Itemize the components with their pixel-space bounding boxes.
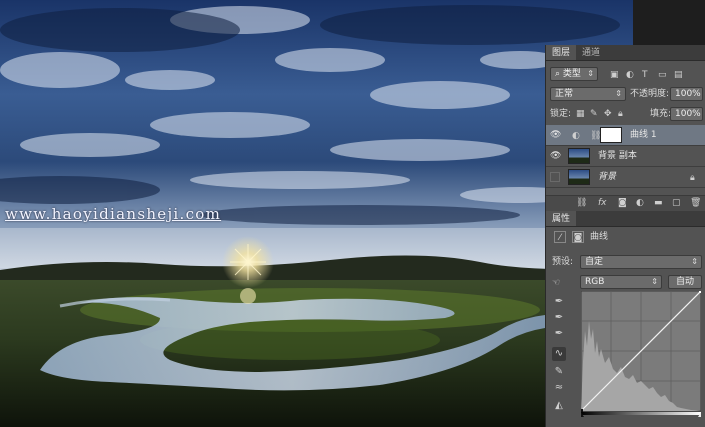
preset-label: 预设: xyxy=(552,257,574,267)
curve-point-tool-icon[interactable]: ∿ xyxy=(552,347,566,361)
curves-adjustment-icon: ◐ xyxy=(572,131,580,141)
tab-properties[interactable]: 属性 xyxy=(546,211,577,226)
blend-mode-select[interactable]: 正常 ⇕ xyxy=(550,87,626,101)
curve-tools: ✒ ✒ ✒ ∿ ✎ ≈ ◭ xyxy=(546,275,572,425)
mask-icon[interactable]: ◙ xyxy=(572,231,584,243)
gray-point-eyedropper-icon[interactable]: ✒ xyxy=(552,311,566,325)
photo-canvas[interactable]: www.haoyidiansheji.com xyxy=(0,0,633,427)
tab-channels[interactable]: 通道 xyxy=(576,45,606,60)
layer-filter-label: 类型 xyxy=(562,69,581,79)
properties-panel-tabs: 属性 xyxy=(546,211,705,227)
layer-row-background[interactable]: 背景 🔒︎ xyxy=(546,167,705,188)
eye-icon[interactable]: 👁︎ xyxy=(550,151,561,161)
layer-thumbnail xyxy=(568,148,590,164)
layer-name: 曲线 1 xyxy=(630,130,657,140)
layer-name: 背景 副本 xyxy=(598,151,637,161)
lock-icon: 🔒︎ xyxy=(690,173,695,183)
chevron-down-icon: ⇕ xyxy=(651,277,658,286)
mask-icon[interactable]: ◙ xyxy=(618,198,627,208)
watermark-text: www.haoyidiansheji.com xyxy=(5,205,222,223)
pencil-draw-icon[interactable]: ✎ xyxy=(552,365,566,379)
lock-transparency-icon[interactable]: ▦ xyxy=(576,108,585,120)
tab-layers[interactable]: 图层 xyxy=(546,45,577,60)
adjustment-icon[interactable]: ◐ xyxy=(636,198,644,208)
white-point-eyedropper-icon[interactable]: ✒ xyxy=(552,327,566,341)
lock-pixels-icon[interactable]: ✎ xyxy=(590,108,598,120)
layer-filter-select[interactable]: ⌕ 类型 ⇕ xyxy=(550,67,598,81)
curves-icon: ⁄ xyxy=(554,231,566,243)
smart-object-filter-icon[interactable]: ▤ xyxy=(674,69,683,81)
preset-value: 自定 xyxy=(585,257,604,267)
layers-panel: 图层 通道 ⌕ 类型 ⇕ ▣ ◐ T ▭ ▤ 正常 ⇕ 不透明度: 100% 锁… xyxy=(545,45,705,211)
black-point-eyedropper-icon[interactable]: ✒ xyxy=(552,295,566,309)
chevron-down-icon: ⇕ xyxy=(691,257,698,266)
layer-row-curves[interactable]: 👁︎ ◐ ⛓︎ 曲线 1 xyxy=(546,125,705,146)
opacity-label: 不透明度: xyxy=(630,89,670,99)
curves-graph[interactable] xyxy=(581,291,701,417)
type-filter-icon[interactable]: T xyxy=(642,69,648,81)
fx-icon[interactable]: fx xyxy=(598,198,607,208)
clipping-warning-icon[interactable]: ◭ xyxy=(552,399,566,413)
layer-mask-thumbnail[interactable] xyxy=(600,127,622,143)
new-layer-icon[interactable]: ▢ xyxy=(672,198,681,208)
lock-position-icon[interactable]: ✥ xyxy=(604,108,612,120)
auto-button[interactable]: 自动 xyxy=(668,275,702,289)
eye-icon[interactable]: 👁︎ xyxy=(550,130,561,140)
blend-mode-value: 正常 xyxy=(555,89,574,99)
white-point-handle xyxy=(699,291,701,293)
search-icon: ⌕ xyxy=(555,69,561,79)
workspace-edge xyxy=(633,0,705,45)
visibility-toggle-off[interactable] xyxy=(550,172,560,182)
layers-bottom-toolbar: ⛓︎ fx ◙ ◐ ▬ ▢ 🗑︎ xyxy=(546,195,705,211)
channel-select[interactable]: RGB ⇕ xyxy=(580,275,662,289)
layers-panel-tabs: 图层 通道 xyxy=(546,45,705,61)
adjustment-filter-icon[interactable]: ◐ xyxy=(626,69,634,81)
properties-panel: 属性 ⁄ ◙ 曲线 预设: 自定 ⇕ ☜ RGB ⇕ 自动 ✒ ✒ ✒ ∿ ✎ … xyxy=(545,211,705,427)
pixel-filter-icon[interactable]: ▣ xyxy=(610,69,619,81)
lock-label: 锁定: xyxy=(550,109,572,119)
chevron-down-icon: ⇕ xyxy=(615,89,622,98)
link-icon[interactable]: ⛓︎ xyxy=(576,198,587,208)
trash-icon[interactable]: 🗑︎ xyxy=(690,198,701,208)
fill-label: 填充: xyxy=(650,109,672,119)
layer-name: 背景 xyxy=(598,172,617,182)
lock-all-icon[interactable]: 🔒︎ xyxy=(618,108,623,120)
fill-field[interactable]: 100% xyxy=(670,107,703,121)
adjustment-name: 曲线 xyxy=(590,232,609,242)
layer-thumbnail xyxy=(568,169,590,185)
shape-filter-icon[interactable]: ▭ xyxy=(658,69,667,81)
input-gradient-bar xyxy=(581,412,701,415)
layer-row-background-copy[interactable]: 👁︎ 背景 副本 xyxy=(546,146,705,167)
opacity-field[interactable]: 100% xyxy=(670,87,703,101)
chevron-down-icon: ⇕ xyxy=(587,69,594,78)
group-icon[interactable]: ▬ xyxy=(654,198,663,208)
preset-select[interactable]: 自定 ⇕ xyxy=(580,255,702,269)
smooth-curve-icon[interactable]: ≈ xyxy=(552,381,566,395)
channel-value: RGB xyxy=(585,277,605,287)
